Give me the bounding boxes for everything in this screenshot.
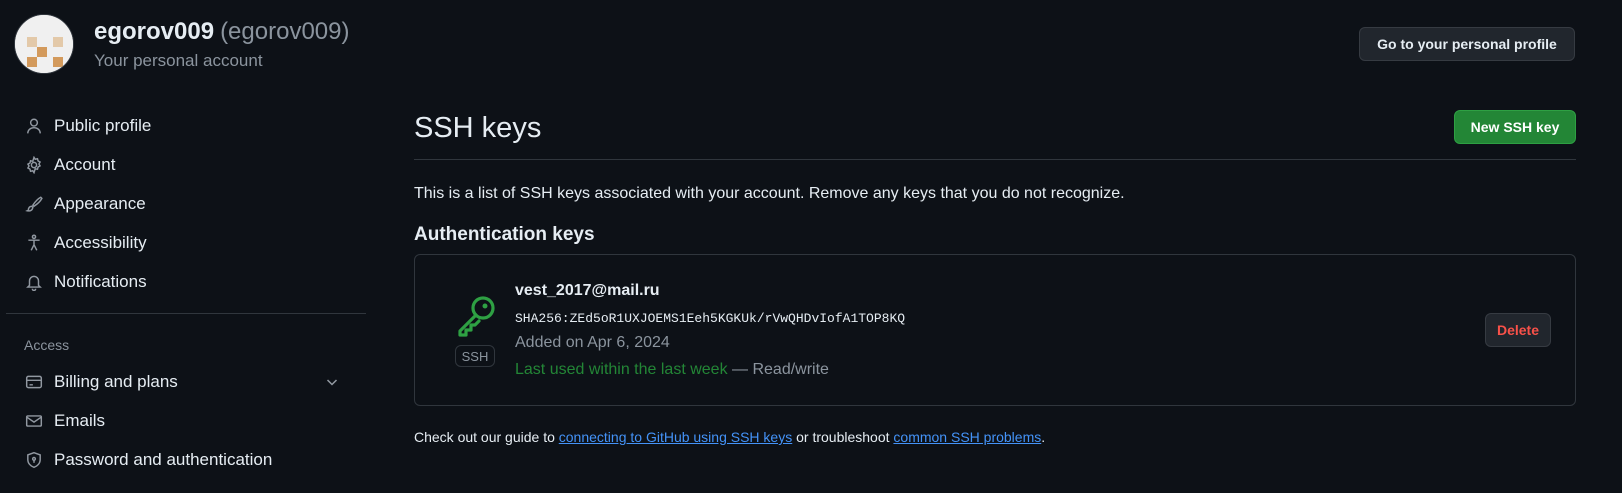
intro-text: This is a list of SSH keys associated wi…: [414, 185, 1125, 202]
help-suffix: .: [1041, 429, 1046, 445]
sidebar-item-emails[interactable]: Emails: [0, 403, 366, 439]
shield-lock-icon: [24, 450, 44, 470]
sidebar-item-label: Emails: [54, 411, 106, 430]
bell-icon: [24, 272, 44, 292]
avatar[interactable]: [14, 14, 74, 74]
sidebar-item-notifications[interactable]: Notifications: [0, 264, 366, 300]
help-middle: or troubleshoot: [792, 429, 894, 445]
key-added-date: Added on Apr 6, 2024: [515, 334, 670, 351]
sidebar-item-label: Public profile: [54, 116, 152, 135]
sidebar-section-heading: Access: [24, 337, 70, 353]
paintbrush-icon: [24, 194, 44, 214]
key-icon: [453, 293, 499, 339]
credit-card-icon: [24, 372, 44, 392]
page-title: SSH keys: [414, 112, 542, 144]
mail-icon: [24, 411, 44, 431]
page-header: egorov009 (egorov009) Your personal accou…: [0, 0, 1622, 90]
gear-icon: [24, 155, 44, 175]
title-divider: [414, 159, 1576, 160]
account-name: egorov009 (egorov009): [94, 18, 349, 46]
identicon-icon: [15, 15, 73, 73]
sidebar-item-account[interactable]: Account: [0, 147, 366, 183]
delete-key-button[interactable]: Delete: [1485, 313, 1551, 347]
sidebar-divider: [6, 313, 366, 314]
key-fingerprint: SHA256:ZEd5oR1UXJOEMS1Eeh5KGKUk/rVwQHDvI…: [515, 311, 906, 326]
sidebar-item-label: Password and authentication: [54, 450, 273, 469]
help-prefix: Check out our guide to: [414, 429, 559, 445]
go-to-profile-button[interactable]: Go to your personal profile: [1359, 27, 1575, 61]
account-subtitle: Your personal account: [94, 51, 263, 70]
key-last-used: Last used within the last week: [515, 361, 728, 378]
ssh-key-card: SSH vest_2017@mail.ru SHA256:ZEd5oR1UXJO…: [414, 254, 1576, 406]
section-heading: Authentication keys: [414, 224, 595, 245]
sidebar-item-label: Notifications: [54, 272, 147, 291]
sidebar-item-label: Accessibility: [54, 233, 147, 252]
sidebar-item-password-authentication[interactable]: Password and authentication: [0, 442, 366, 478]
sidebar-item-label: Account: [54, 155, 116, 174]
display-name: egorov009: [94, 18, 215, 45]
key-title: vest_2017@mail.ru: [515, 282, 660, 299]
ssh-badge: SSH: [455, 345, 495, 367]
ssh-problems-link[interactable]: common SSH problems: [893, 429, 1041, 445]
sidebar-item-billing[interactable]: Billing and plans: [0, 364, 366, 400]
accessibility-icon: [24, 233, 44, 253]
chevron-down-icon[interactable]: [324, 374, 340, 390]
key-usage-status: Last used within the last week — Read/wr…: [515, 361, 829, 379]
key-access-level: — Read/write: [732, 361, 829, 378]
sidebar-item-public-profile[interactable]: Public profile: [0, 108, 366, 144]
sidebar-item-label: Billing and plans: [54, 372, 178, 391]
new-ssh-key-button[interactable]: New SSH key: [1454, 110, 1576, 144]
help-text: Check out our guide to connecting to Git…: [414, 429, 1045, 445]
login-name: (egorov009): [220, 18, 350, 45]
person-icon: [24, 116, 44, 136]
ssh-guide-link[interactable]: connecting to GitHub using SSH keys: [559, 429, 792, 445]
sidebar-item-label: Appearance: [54, 194, 146, 213]
sidebar-item-appearance[interactable]: Appearance: [0, 186, 366, 222]
sidebar-item-accessibility[interactable]: Accessibility: [0, 225, 366, 261]
